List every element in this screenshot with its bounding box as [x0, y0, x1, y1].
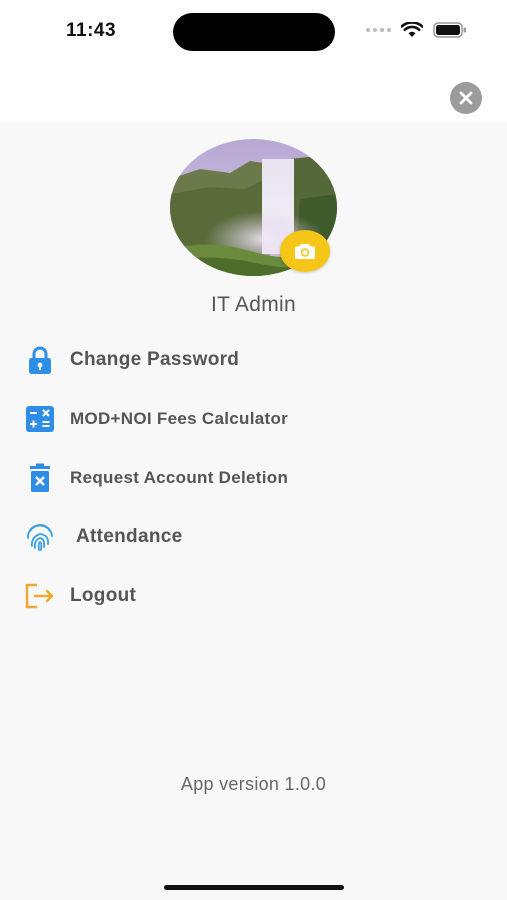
- cellular-signal-icon: [366, 28, 391, 32]
- drawer-menu: Change Password MOD+NOI Fees Calculator: [24, 330, 484, 625]
- camera-icon: [295, 244, 315, 259]
- status-time: 11:43: [66, 20, 117, 41]
- menu-item-label: Attendance: [76, 525, 183, 547]
- menu-item-logout[interactable]: Logout: [24, 566, 484, 625]
- change-photo-button[interactable]: [280, 230, 330, 272]
- close-button[interactable]: [450, 82, 482, 114]
- logout-icon: [24, 580, 56, 612]
- dynamic-island: [173, 13, 335, 51]
- user-name: IT Admin: [211, 293, 296, 316]
- calculator-icon: [24, 403, 56, 435]
- menu-item-change-password[interactable]: Change Password: [24, 330, 484, 389]
- menu-item-label: Logout: [70, 584, 137, 606]
- lock-icon: [24, 344, 56, 376]
- app-version: App version 1.0.0: [180, 774, 327, 794]
- close-icon: [459, 91, 473, 105]
- menu-item-fees-calculator[interactable]: MOD+NOI Fees Calculator: [24, 389, 484, 448]
- menu-item-label: Change Password: [70, 348, 240, 370]
- status-bar: 11:43: [0, 0, 507, 62]
- drawer-header: [0, 62, 507, 122]
- menu-item-attendance[interactable]: Attendance: [24, 507, 484, 566]
- menu-item-label: MOD+NOI Fees Calculator: [70, 408, 289, 428]
- wifi-icon: [401, 22, 423, 37]
- menu-item-label: Request Account Deletion: [70, 467, 289, 487]
- delete-account-icon: [24, 462, 56, 494]
- home-indicator[interactable]: [164, 885, 344, 890]
- status-icons: [366, 22, 467, 38]
- fingerprint-icon: [24, 521, 56, 553]
- menu-item-request-deletion[interactable]: Request Account Deletion: [24, 448, 484, 507]
- battery-icon: [433, 22, 466, 38]
